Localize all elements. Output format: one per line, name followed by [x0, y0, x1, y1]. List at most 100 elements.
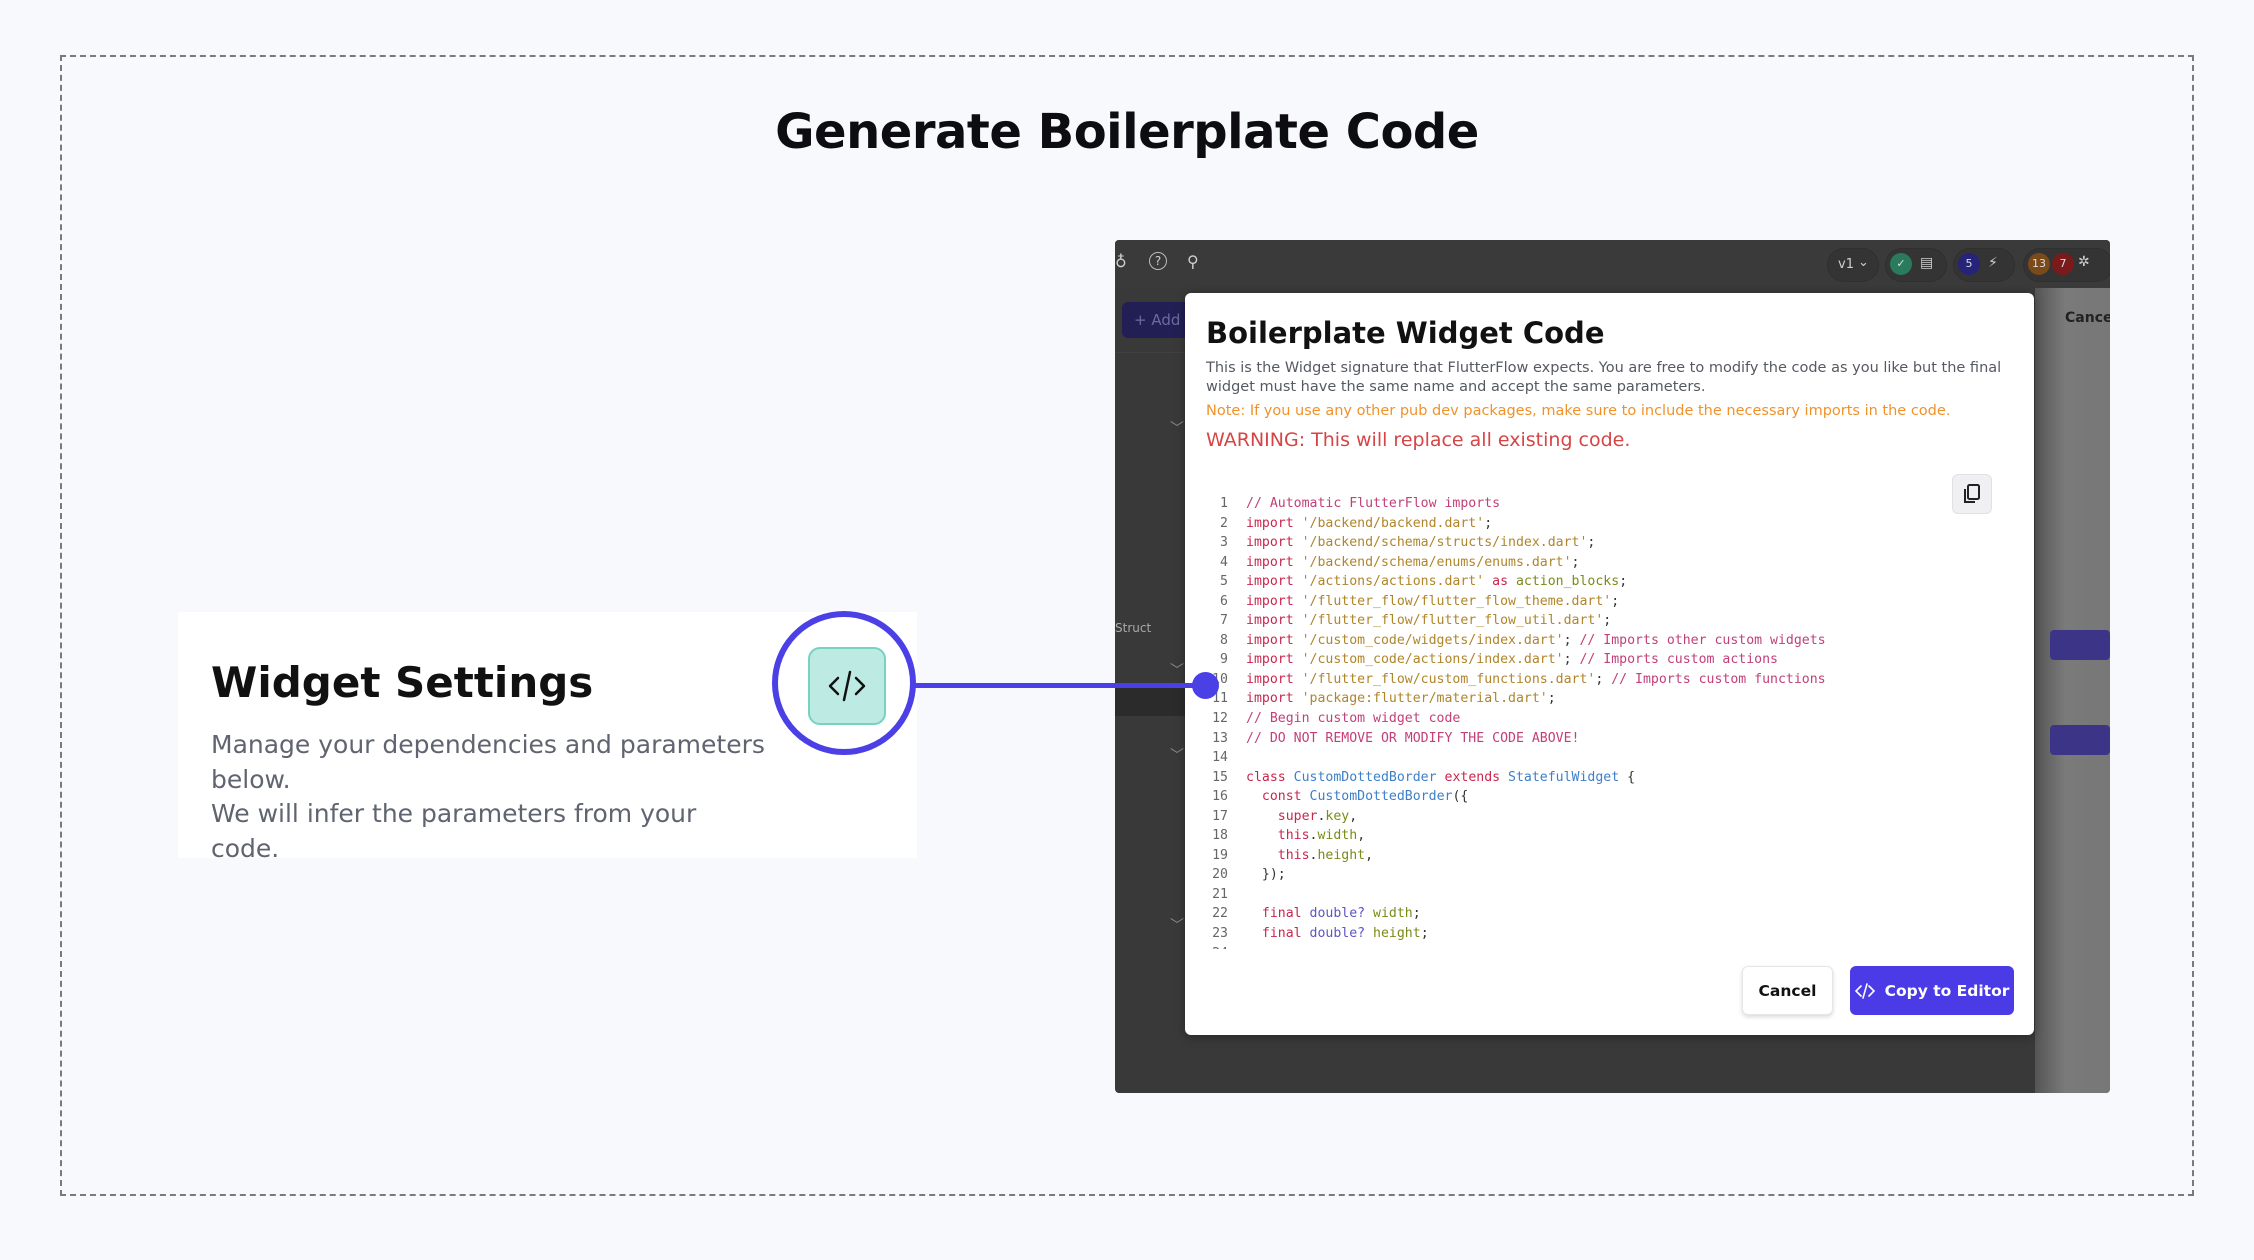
version-dropdown[interactable]: v1 ⌄ — [1827, 248, 1879, 282]
page-title: Generate Boilerplate Code — [775, 104, 1479, 160]
code-token: const — [1261, 789, 1310, 805]
code-token: extends — [1436, 769, 1509, 785]
code-line: 12 // Begin custom widget code — [1185, 709, 2025, 729]
code-line: 6 import '/flutter_flow/flutter_flow_them… — [1185, 592, 2025, 612]
code-token: '/flutter_flow/flutter_flow_theme.dart' — [1301, 593, 1612, 609]
search-icon[interactable]: ⚲ — [1187, 252, 1199, 271]
connector-dot — [1192, 672, 1219, 699]
code-icon — [1854, 982, 1875, 999]
code-line: 19 this.height, — [1185, 846, 2025, 866]
code-token: this — [1277, 847, 1310, 863]
line-number: 9 — [1220, 652, 1228, 668]
check-comments-group[interactable]: ✓ ▤ — [1885, 248, 1947, 282]
error-count-badge: 7 — [2052, 253, 2074, 275]
code-text: import '/backend/schema/enums/enums.dart… — [1228, 553, 1579, 573]
timer-icon[interactable]: ♁ — [1115, 252, 1127, 271]
code-line: 21 — [1185, 885, 2025, 905]
code-token: '/actions/actions.dart' — [1301, 574, 1485, 590]
code-line: 20 }); — [1185, 865, 2025, 885]
code-token: // Automatic FlutterFlow imports — [1246, 496, 1501, 511]
code-text: import '/flutter_flow/flutter_flow_util.… — [1228, 611, 1611, 631]
code-token: ; — [1595, 671, 1612, 687]
code-text: import '/flutter_flow/custom_functions.d… — [1228, 670, 1826, 690]
code-token: ; — [1603, 613, 1612, 629]
help-icon[interactable]: ? — [1149, 252, 1167, 270]
code-token: this — [1277, 828, 1310, 844]
bug-icon: ✲ — [2078, 254, 2090, 270]
code-token: ; — [1420, 926, 1429, 942]
code-token: import — [1246, 671, 1302, 687]
chevron-down-icon[interactable]: ﹀ — [1170, 418, 1184, 438]
code-token: action_blocks — [1515, 574, 1620, 590]
code-line: 9 import '/custom_code/actions/index.dart… — [1185, 650, 2025, 670]
code-text: import '/backend/schema/structs/index.da… — [1228, 533, 1595, 553]
code-token: }); — [1246, 867, 1286, 883]
code-token: import — [1246, 632, 1302, 648]
code-token: import — [1246, 613, 1302, 629]
line-number: 24 — [1185, 944, 1228, 949]
cancel-button[interactable]: Cancel — [1742, 966, 1833, 1015]
code-text: import 'package:flutter/material.dart'; — [1228, 689, 1556, 709]
line-number: 23 — [1212, 926, 1228, 942]
code-token: as — [1484, 574, 1516, 590]
code-token: // DO NOT REMOVE OR MODIFY THE CODE ABOV… — [1246, 730, 1580, 746]
code-text: const CustomDottedBorder({ — [1228, 787, 1468, 807]
line-number: 3 — [1220, 535, 1228, 551]
code-line: 17 super.key, — [1185, 807, 2025, 827]
code-text: class CustomDottedBorder extends Statefu… — [1228, 768, 1635, 788]
code-token: super — [1277, 808, 1318, 824]
line-number: 7 — [1220, 613, 1228, 629]
code-token: // Imports other custom widgets — [1579, 632, 1826, 648]
line-number: 15 — [1212, 769, 1228, 785]
top-bar: ♁ ? ⚲ v1 ⌄ ✓ ▤ 5 ⚡ 13 7 ✲ — [1115, 240, 2110, 288]
code-token: final — [1261, 926, 1310, 942]
code-line: 18 this.width, — [1185, 826, 2025, 846]
code-token: key — [1325, 808, 1350, 824]
line-number: 14 — [1212, 750, 1228, 766]
issues-group[interactable]: 5 ⚡ — [1953, 248, 2015, 282]
code-editor[interactable]: 1// Automatic FlutterFlow imports 2 import… — [1185, 494, 2025, 949]
code-text: // DO NOT REMOVE OR MODIFY THE CODE ABOV… — [1228, 729, 1579, 749]
chevron-down-icon[interactable]: ﹀ — [1170, 915, 1184, 935]
code-token: '/flutter_flow/custom_functions.dart' — [1301, 671, 1596, 687]
code-line: 13 // DO NOT REMOVE OR MODIFY THE CODE AB… — [1185, 729, 2025, 749]
code-token: '/backend/backend.dart' — [1301, 515, 1485, 531]
warning-count-badge: 13 — [2028, 253, 2050, 275]
background-button — [2050, 725, 2110, 755]
code-token: ; — [1412, 906, 1421, 922]
code-token: , — [1357, 828, 1366, 844]
copy-to-editor-label: Copy to Editor — [1884, 981, 2010, 1000]
line-number: 6 — [1220, 593, 1228, 609]
code-text: final double? height; — [1228, 924, 1429, 944]
code-token: import — [1246, 574, 1302, 590]
chevron-down-icon[interactable]: ﹀ — [1170, 745, 1184, 765]
widget-settings-title: Widget Settings — [211, 658, 594, 707]
copy-to-editor-button[interactable]: Copy to Editor — [1850, 966, 2014, 1015]
code-token: import — [1246, 554, 1302, 570]
code-token: height — [1365, 926, 1421, 942]
chevron-down-icon[interactable]: ﹀ — [1170, 660, 1184, 680]
code-token: // Imports custom actions — [1579, 652, 1778, 668]
code-token: width — [1365, 906, 1413, 922]
connector-line — [914, 683, 1204, 688]
code-token: double? — [1309, 906, 1366, 922]
code-token: ; — [1611, 593, 1620, 609]
modal-warning: WARNING: This will replace all existing … — [1206, 429, 1631, 451]
errors-group[interactable]: 13 7 ✲ — [2023, 248, 2110, 282]
code-text: this.height, — [1228, 846, 1373, 866]
line-number: 16 — [1212, 789, 1228, 805]
code-token: import — [1246, 535, 1302, 551]
line-number: 1 — [1220, 496, 1228, 511]
code-token: ({ — [1452, 789, 1469, 805]
code-line: 4 import '/backend/schema/enums/enums.dar… — [1185, 553, 2025, 573]
chevron-down-icon: ⌄ — [1858, 255, 1869, 270]
line-number: 8 — [1220, 632, 1228, 648]
sidebar-item-struct[interactable]: Struct — [1115, 621, 1151, 635]
code-line: 11 import 'package:flutter/material.dart'… — [1185, 689, 2025, 709]
